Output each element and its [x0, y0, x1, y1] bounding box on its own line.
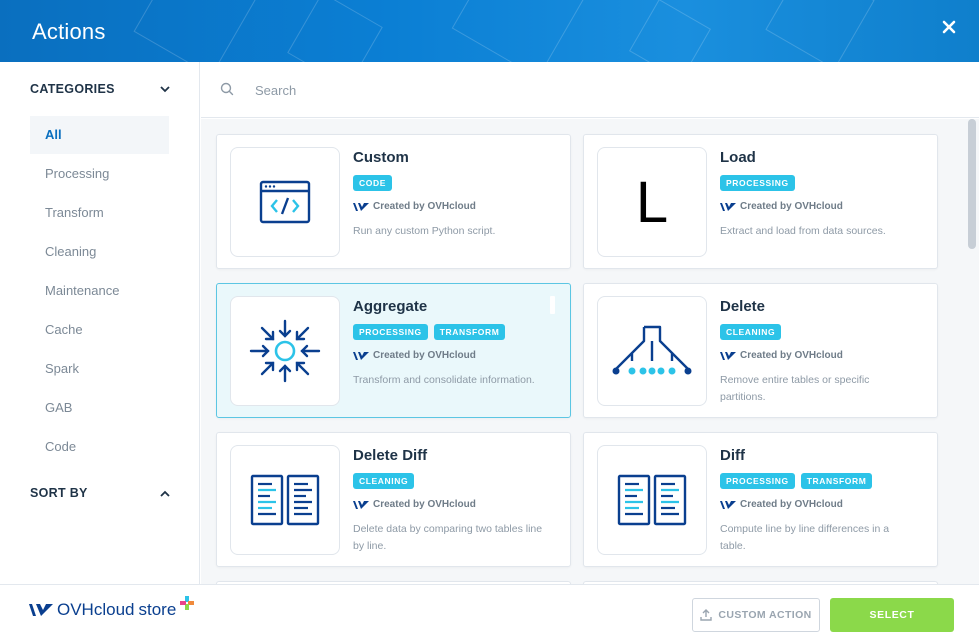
chevron-down-icon: [160, 85, 170, 92]
card-description: Run any custom Python script.: [353, 225, 496, 237]
ovhcloud-logo-icon: [353, 500, 369, 509]
card-marker: [550, 296, 555, 314]
close-button[interactable]: [939, 16, 959, 38]
action-card-diff[interactable]: Diff PROCESSING TRANSFORM Created by OVH…: [583, 432, 938, 567]
card-tags: CODE: [353, 175, 392, 191]
ovhcloud-logo-icon: [353, 202, 369, 211]
card-description: Compute line by line differences in a ta…: [720, 523, 890, 552]
code-window-icon: [259, 180, 311, 224]
categories-label: CATEGORIES: [30, 82, 115, 96]
store-label: store: [138, 600, 177, 619]
card-tags: CLEANING: [353, 473, 415, 489]
sidebar-item-all[interactable]: All: [30, 116, 169, 154]
tag-transform: TRANSFORM: [433, 324, 506, 340]
search-icon: [220, 82, 234, 96]
categories-toggle[interactable]: CATEGORIES: [30, 79, 170, 99]
card-creator: Created by OVHcloud: [353, 201, 476, 212]
letter-l-icon: L: [635, 169, 669, 235]
modal-header: Actions: [0, 0, 979, 62]
ovhcloud-logo-icon: [720, 202, 736, 211]
sidebar: CATEGORIES All Processing Transform Clea…: [0, 62, 200, 584]
card-title: Aggregate: [353, 298, 428, 315]
plus-sparkle-icon: [180, 596, 195, 610]
card-creator: Created by OVHcloud: [353, 350, 476, 361]
ovhcloud-logo-icon: [353, 351, 369, 360]
ovhcloud-store-logo: OVHcloud store: [29, 596, 195, 620]
card-description: Transform and consolidate information.: [353, 374, 535, 386]
custom-action-label: CUSTOM ACTION: [718, 609, 812, 621]
sidebar-item-cache[interactable]: Cache: [30, 311, 169, 349]
sidebar-item-cleaning[interactable]: Cleaning: [30, 233, 169, 271]
two-documents-icon: [617, 474, 687, 526]
actions-grid: Custom CODE Created by OVHcloud Run any …: [201, 119, 979, 584]
sort-by-label: SORT BY: [30, 486, 88, 500]
aggregate-arrows-icon: [249, 319, 321, 383]
tag-processing: PROCESSING: [353, 324, 428, 340]
action-card-custom[interactable]: Custom CODE Created by OVHcloud Run any …: [216, 134, 571, 269]
card-icon-box: [597, 296, 707, 406]
header-decoration: [629, 0, 711, 62]
card-description: Delete data by comparing two tables line…: [353, 523, 543, 552]
chevron-up-icon: [160, 490, 170, 497]
action-card-load[interactable]: L Load PROCESSING Created by OVHcloud Ex…: [583, 134, 938, 269]
sidebar-item-processing[interactable]: Processing: [30, 155, 169, 193]
card-description: Extract and load from data sources.: [720, 225, 886, 237]
card-creator: Created by OVHcloud: [720, 201, 843, 212]
sidebar-item-gab[interactable]: GAB: [30, 389, 169, 427]
card-tags: PROCESSING: [720, 175, 795, 191]
tag-processing: PROCESSING: [720, 175, 795, 191]
card-creator: Created by OVHcloud: [720, 499, 843, 510]
card-title: Load: [720, 149, 756, 166]
close-icon: [942, 20, 956, 34]
card-title: Custom: [353, 149, 409, 166]
card-tags: PROCESSING TRANSFORM: [720, 473, 873, 489]
card-tags: CLEANING: [720, 324, 782, 340]
tag-code: CODE: [353, 175, 392, 191]
card-creator: Created by OVHcloud: [720, 350, 843, 361]
ovhcloud-logo-icon: [29, 604, 53, 616]
two-documents-icon: [250, 474, 320, 526]
upload-icon: [700, 609, 713, 621]
action-card-delete-diff[interactable]: Delete Diff CLEANING Created by OVHcloud…: [216, 432, 571, 567]
custom-action-button[interactable]: CUSTOM ACTION: [692, 598, 820, 632]
search-input[interactable]: [255, 78, 855, 102]
select-button[interactable]: SELECT: [830, 598, 954, 632]
page-title: Actions: [32, 19, 106, 44]
card-title: Delete: [720, 298, 766, 315]
action-card-delete[interactable]: Delete CLEANING Created by OVHcloud Remo…: [583, 283, 938, 418]
card-icon-box: [597, 445, 707, 555]
header-decoration: [451, 0, 589, 62]
action-card-aggregate[interactable]: Aggregate PROCESSING TRANSFORM Created b…: [216, 283, 571, 418]
sidebar-item-transform[interactable]: Transform: [30, 194, 169, 232]
brand-name: OVHcloud: [57, 600, 135, 619]
tag-cleaning: CLEANING: [353, 473, 415, 489]
card-description: Remove entire tables or specific partiti…: [720, 374, 870, 403]
tag-processing: PROCESSING: [720, 473, 795, 489]
funnel-dots-icon: [612, 325, 692, 375]
card-tags: PROCESSING TRANSFORM: [353, 324, 506, 340]
tag-cleaning: CLEANING: [720, 324, 782, 340]
header-decoration: [765, 0, 875, 62]
scrollbar[interactable]: [968, 119, 976, 249]
sidebar-item-maintenance[interactable]: Maintenance: [30, 272, 169, 310]
card-icon-box: [230, 296, 340, 406]
card-title: Diff: [720, 447, 745, 464]
sidebar-item-spark[interactable]: Spark: [30, 350, 169, 388]
search-bar: [201, 62, 979, 118]
ovhcloud-logo-icon: [720, 351, 736, 360]
header-decoration: [133, 0, 257, 62]
footer: OVHcloud store CUSTOM ACTION SELECT: [0, 584, 979, 641]
ovhcloud-logo-icon: [720, 500, 736, 509]
card-icon-box: L: [597, 147, 707, 257]
header-decoration: [287, 0, 383, 62]
card-creator: Created by OVHcloud: [353, 499, 476, 510]
sidebar-item-code[interactable]: Code: [30, 428, 169, 466]
card-title: Delete Diff: [353, 447, 428, 464]
card-icon-box: [230, 445, 340, 555]
card-icon-box: [230, 147, 340, 257]
tag-transform: TRANSFORM: [800, 473, 873, 489]
sort-by-toggle[interactable]: SORT BY: [30, 483, 170, 503]
